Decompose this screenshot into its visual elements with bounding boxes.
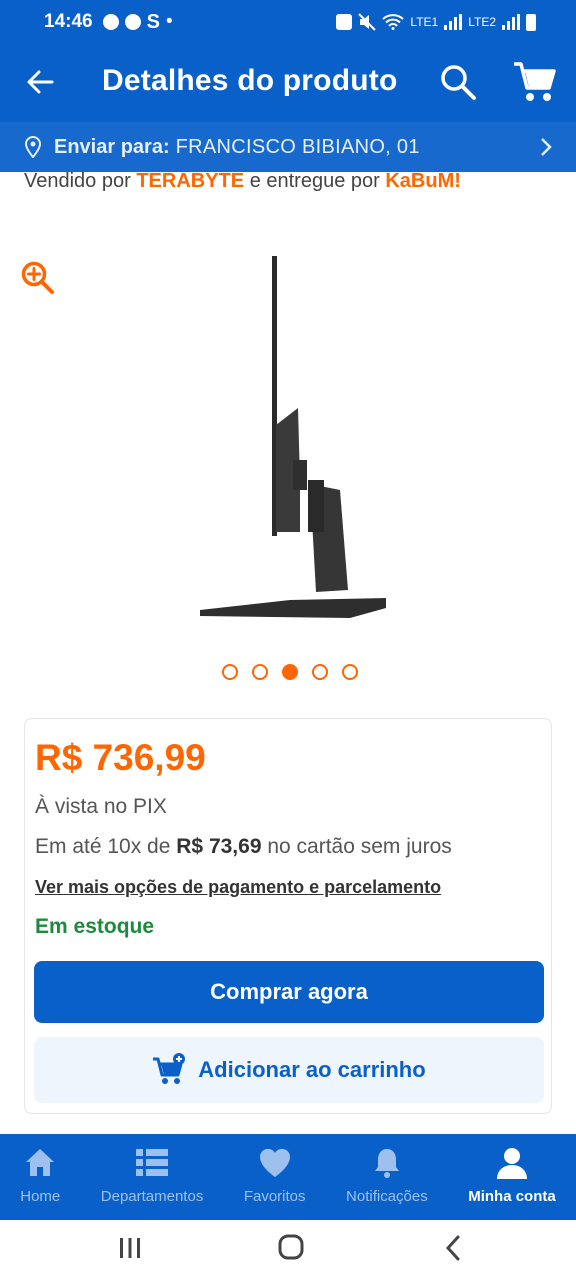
seller-prefix: Vendido por [24,170,131,192]
nav-item-favoritos[interactable]: Favoritos [224,1134,326,1220]
app-bar: Detalhes do produto [0,44,576,122]
nav-item-departamentos[interactable]: Departamentos [81,1134,224,1220]
add-to-cart-label: Adicionar ao carrinho [198,1057,426,1082]
installments-prefix: Em até 10x de [35,835,171,858]
cart-icon[interactable] [512,60,558,104]
s-app-icon: S [146,10,160,33]
installments-info: Em até 10x de R$ 73,69 no cartão sem jur… [35,835,452,859]
page-title: Detalhes do produto [102,64,398,97]
nav-item-notificacoes[interactable]: Notificações [326,1134,448,1220]
carousel-dot[interactable] [222,664,238,680]
mute-icon [358,13,377,31]
seller-name[interactable]: TERABYTE [136,170,244,192]
nav-label-favoritos: Favoritos [243,1188,306,1205]
nav-label-minha-conta: Minha conta [468,1188,556,1205]
notification-icon [102,14,119,30]
recents-icon[interactable] [118,1236,142,1260]
battery-icon [526,13,536,31]
add-to-cart-icon [153,1053,186,1084]
system-navigation-bar [0,1220,576,1280]
nav-item-home[interactable]: Home [0,1134,81,1220]
whatsapp-icon [124,14,141,30]
arrow-back-icon[interactable] [22,64,58,100]
status-system-icons: LTE1 LTE2 [336,13,536,31]
home-icon [26,1149,55,1176]
status-bar: 14:46 S • LTE1 LTE2 [0,0,576,44]
installment-value: R$ 73,69 [176,835,262,858]
dot-icon: • [165,11,173,32]
carousel-dot[interactable] [252,664,268,680]
wifi-icon [382,14,405,30]
status-notification-icons: S • [102,10,173,34]
product-price: R$ 736,99 [35,737,206,778]
seller-info: Vendido por TERABYTE e entregue por KaBu… [24,170,461,193]
shipping-address: FRANCISCO BIBIANO, 01 [175,135,420,158]
nav-item-minha-conta[interactable]: Minha conta [448,1134,576,1220]
status-time: 14:46 [44,11,93,32]
list-icon [136,1149,169,1176]
alarm-icon [336,14,353,30]
home-button-icon[interactable] [278,1234,304,1260]
carousel-dot[interactable] [342,664,358,680]
pix-note: À vista no PIX [35,795,167,818]
nav-label-notificacoes: Notificações [346,1188,428,1205]
image-carousel-indicator [222,664,358,680]
shipper-name[interactable]: KaBuM! [385,170,461,192]
network-label-2: LTE2 [468,15,496,29]
stock-status: Em estoque [35,915,155,938]
nav-label-departamentos: Departamentos [100,1188,204,1205]
signal-icon [444,14,463,30]
bell-icon [374,1149,399,1178]
seller-middle: e entregue por [249,170,380,192]
product-image[interactable] [190,250,400,630]
signal-icon [502,14,520,30]
carousel-dot[interactable] [312,664,328,680]
shipping-address-bar[interactable]: Enviar para: FRANCISCO BIBIANO, 01 [0,122,576,172]
search-icon[interactable] [438,62,478,102]
carousel-dot-active[interactable] [282,664,298,680]
location-pin-icon [24,136,42,158]
system-back-icon[interactable] [444,1234,462,1262]
buy-now-button[interactable]: Comprar agora [34,961,544,1023]
add-to-cart-button[interactable]: Adicionar ao carrinho [34,1037,544,1103]
buy-now-label: Comprar agora [210,979,368,1004]
price-card: R$ 736,99 À vista no PIX Em até 10x de R… [24,718,552,1114]
shipping-label: Enviar para: [54,135,170,158]
user-icon [496,1148,527,1179]
heart-icon [259,1148,290,1177]
chevron-right-icon [541,138,552,156]
zoom-in-icon[interactable] [20,260,56,296]
network-label-1: LTE1 [410,15,439,29]
installments-suffix: no cartão sem juros [267,835,452,858]
nav-label-home: Home [20,1188,61,1205]
payment-options-link[interactable]: Ver mais opções de pagamento e parcelame… [35,877,441,898]
bottom-navigation: Home Departamentos Favoritos Notificaçõe… [0,1134,576,1220]
